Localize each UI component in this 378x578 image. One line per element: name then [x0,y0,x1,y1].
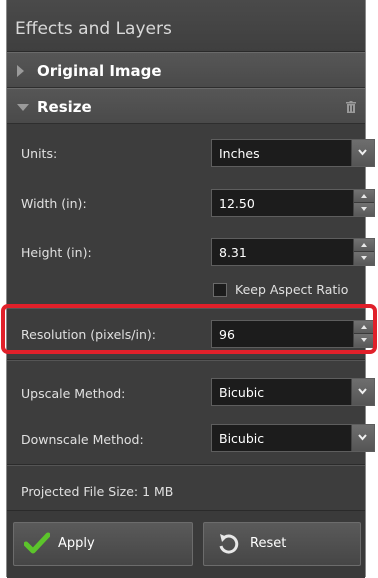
checkmark-icon [24,532,50,554]
upscale-dropdown[interactable]: Bicubic [211,378,375,406]
spin-up-icon[interactable] [354,190,374,203]
upscale-value: Bicubic [219,385,265,400]
height-label: Height (in): [21,245,92,260]
units-value: Inches [219,146,260,161]
section-original-label: Original Image [37,62,162,80]
width-input[interactable]: 12.50 [211,189,375,217]
chevron-down-icon[interactable] [351,379,374,405]
effects-panel: Effects and Layers Original Image Resize… [6,0,375,578]
panel-title: Effects and Layers [15,19,172,39]
units-label: Units: [21,146,58,161]
chevron-down-icon[interactable] [351,140,374,166]
chevron-down-icon[interactable] [351,425,374,451]
action-bar: Apply Reset [7,510,365,578]
spin-down-icon[interactable] [354,203,374,215]
downscale-label: Downscale Method: [21,432,144,447]
spin-up-icon[interactable] [354,239,374,252]
expand-arrow-icon [17,65,24,77]
panel-title-bar: Effects and Layers [7,0,365,52]
reset-label: Reset [250,536,287,551]
width-label: Width (in): [21,196,87,211]
reset-icon [219,534,239,554]
downscale-dropdown[interactable]: Bicubic [211,424,375,452]
apply-label: Apply [58,536,95,551]
section-original-image[interactable]: Original Image [7,52,365,88]
units-dropdown[interactable]: Inches [211,139,375,167]
collapse-arrow-icon [17,104,29,111]
height-value: 8.31 [219,245,247,260]
width-value: 12.50 [219,196,255,211]
height-spinner[interactable] [353,239,374,265]
section-resize-label: Resize [37,98,92,116]
trash-icon[interactable] [346,101,356,113]
resolution-highlight-box [1,304,377,354]
keep-aspect-checkbox[interactable] [213,283,227,297]
height-input[interactable]: 8.31 [211,238,375,266]
width-spinner[interactable] [353,190,374,216]
projected-file-size: Projected File Size: 1 MB [21,484,174,499]
section-resize[interactable]: Resize [7,88,365,124]
divider [7,359,365,361]
spin-down-icon[interactable] [354,252,374,264]
upscale-label: Upscale Method: [21,386,126,401]
reset-button[interactable]: Reset [203,522,361,566]
apply-button[interactable]: Apply [13,522,193,566]
keep-aspect-label: Keep Aspect Ratio [235,282,349,297]
divider [7,464,365,466]
downscale-value: Bicubic [219,431,265,446]
